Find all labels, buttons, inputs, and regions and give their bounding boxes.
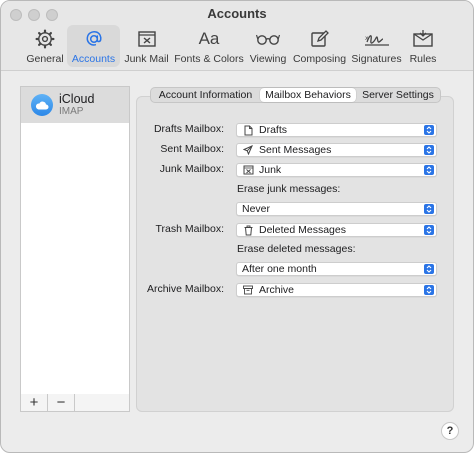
- at-sign-icon: [84, 28, 104, 50]
- title-bar: Accounts General Accounts Junk Mail Aa F…: [1, 1, 473, 71]
- window-title: Accounts: [207, 6, 267, 21]
- remove-account-button[interactable]: −: [48, 394, 75, 411]
- popup-value: Never: [242, 203, 271, 215]
- popup-value: Deleted Messages: [259, 224, 346, 236]
- paper-plane-icon: [241, 145, 255, 155]
- toolbar-viewing[interactable]: Viewing: [245, 25, 291, 67]
- chevron-up-down-icon: [424, 264, 434, 274]
- sent-mailbox-popup[interactable]: Sent Messages: [236, 143, 437, 157]
- trash-label: Trash Mailbox:: [155, 223, 224, 235]
- archive-box-icon: [241, 285, 255, 295]
- account-list-footer: + −: [20, 394, 130, 412]
- toolbar-label: Composing: [292, 53, 347, 65]
- chevron-up-down-icon: [424, 145, 434, 155]
- account-name: iCloud: [59, 91, 95, 106]
- add-account-button[interactable]: +: [21, 394, 48, 411]
- document-icon: [241, 125, 255, 136]
- erase-junk-popup[interactable]: Never: [236, 202, 437, 216]
- toolbar-rules[interactable]: Rules: [405, 25, 441, 67]
- chevron-up-down-icon: [424, 165, 434, 175]
- chevron-up-down-icon: [424, 204, 434, 214]
- popup-value: Archive: [259, 284, 295, 296]
- toolbar-label: Accounts: [71, 53, 116, 65]
- erase-junk-label: Erase junk messages:: [237, 183, 341, 195]
- archive-mailbox-popup[interactable]: Archive: [236, 283, 437, 297]
- account-list[interactable]: iCloud IMAP: [20, 86, 130, 395]
- chevron-up-down-icon: [424, 285, 434, 295]
- fonts-icon: Aa: [198, 29, 220, 48]
- trash-icon: [241, 225, 255, 236]
- junk-mailbox-popup[interactable]: Junk: [236, 163, 437, 177]
- sent-label: Sent Mailbox:: [160, 143, 224, 155]
- rules-icon: [412, 28, 434, 50]
- glasses-icon: [256, 28, 280, 50]
- junk-label: Junk Mailbox:: [159, 163, 224, 175]
- toolbar-label: Fonts & Colors: [174, 53, 244, 65]
- account-item-icloud[interactable]: iCloud IMAP: [21, 87, 129, 123]
- toolbar-label: Rules: [409, 53, 437, 65]
- archive-label: Archive Mailbox:: [146, 283, 224, 295]
- sent-row: Sent Mailbox:: [136, 143, 230, 155]
- preferences-window: Accounts General Accounts Junk Mail Aa F…: [0, 0, 474, 453]
- drafts-row: Drafts Mailbox:: [136, 123, 230, 135]
- signature-icon: x: [364, 28, 390, 50]
- tab-server-settings[interactable]: Server Settings: [356, 88, 440, 102]
- toolbar-composing[interactable]: Composing: [291, 25, 348, 67]
- junk-mail-icon: [137, 28, 157, 50]
- tab-account-information[interactable]: Account Information: [151, 88, 260, 102]
- drafts-mailbox-popup[interactable]: Drafts: [236, 123, 437, 137]
- account-type: IMAP: [59, 105, 84, 117]
- archive-row: Archive Mailbox:: [136, 283, 230, 295]
- toolbar-label: General: [26, 53, 64, 65]
- composing-icon: [310, 28, 330, 50]
- toolbar-accounts[interactable]: Accounts: [67, 25, 120, 67]
- preferences-toolbar: General Accounts Junk Mail Aa Fonts & Co…: [23, 25, 441, 67]
- popup-value: Sent Messages: [259, 144, 332, 156]
- junk-tray-icon: [241, 165, 255, 175]
- erase-deleted-popup[interactable]: After one month: [236, 262, 437, 276]
- toolbar-label: Junk Mail: [124, 53, 169, 65]
- toolbar-general[interactable]: General: [23, 25, 67, 67]
- toolbar-junk-mail[interactable]: Junk Mail: [120, 25, 173, 67]
- icloud-icon: [31, 94, 53, 116]
- toolbar-signatures[interactable]: x Signatures: [348, 25, 405, 67]
- settings-tabs: Account Information Mailbox Behaviors Se…: [150, 87, 441, 103]
- gear-icon: [35, 28, 55, 50]
- chevron-up-down-icon: [424, 125, 434, 135]
- drafts-label: Drafts Mailbox:: [153, 123, 224, 135]
- svg-text:x: x: [365, 35, 369, 42]
- junk-row: Junk Mailbox:: [136, 163, 230, 175]
- toolbar-fonts-colors[interactable]: Aa Fonts & Colors: [173, 25, 245, 67]
- trash-row: Trash Mailbox:: [136, 223, 230, 235]
- popup-value: After one month: [242, 263, 317, 275]
- erase-deleted-label: Erase deleted messages:: [237, 243, 356, 255]
- toolbar-label: Viewing: [249, 53, 287, 65]
- chevron-up-down-icon: [424, 225, 434, 235]
- tab-mailbox-behaviors[interactable]: Mailbox Behaviors: [260, 88, 356, 102]
- popup-value: Drafts: [259, 124, 288, 136]
- help-button[interactable]: ?: [441, 422, 459, 440]
- popup-value: Junk: [259, 164, 282, 176]
- trash-mailbox-popup[interactable]: Deleted Messages: [236, 223, 437, 237]
- toolbar-label: Signatures: [351, 53, 402, 65]
